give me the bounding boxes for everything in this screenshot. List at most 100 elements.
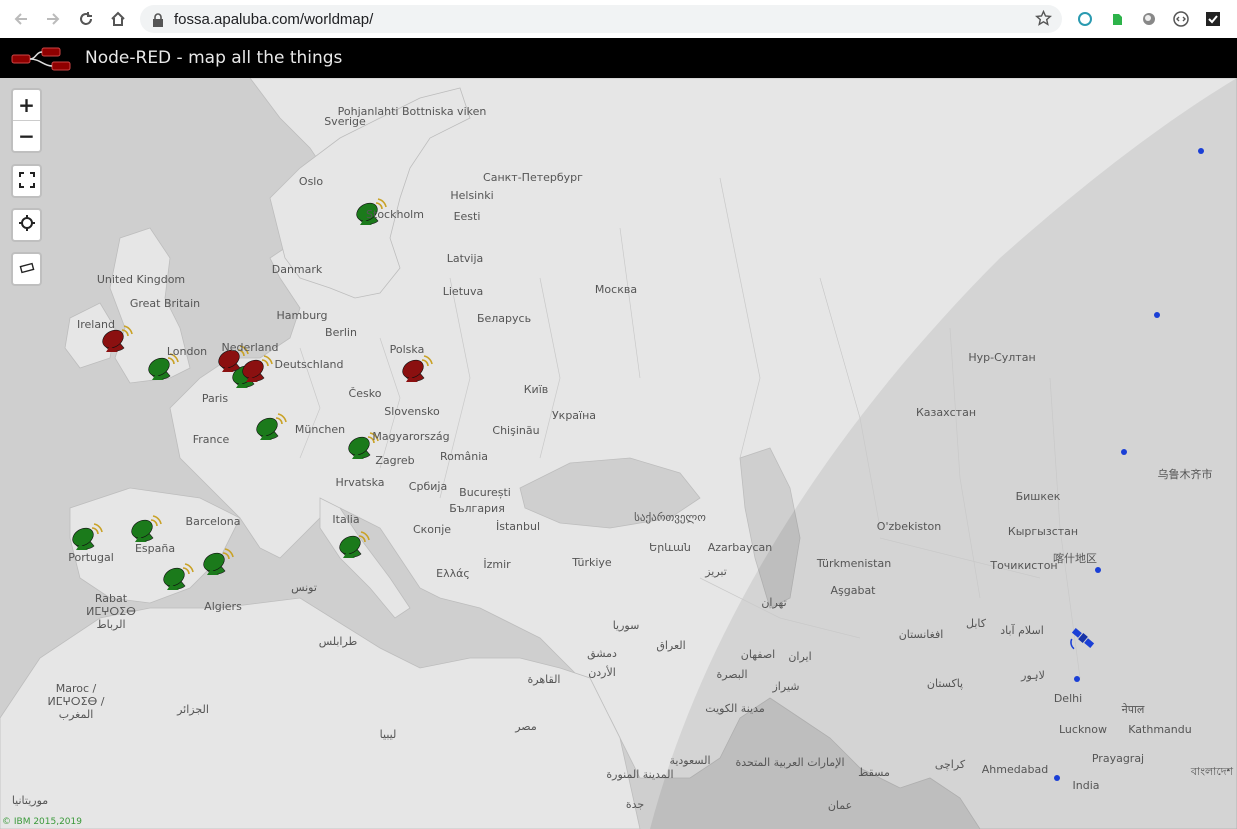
map-place-label: مسقط <box>858 766 890 779</box>
map-place-label: ⵍⵎⵖⵔⵉⴱ / <box>47 695 104 708</box>
map-place-label: Беларусь <box>477 312 531 325</box>
address-bar[interactable]: fossa.apaluba.com/worldmap/ <box>140 5 1062 33</box>
map-place-label: مدينة الكويت <box>705 702 765 715</box>
map-place-label: عمان <box>828 799 852 812</box>
measure-control <box>11 252 42 286</box>
map-place-label: Україна <box>552 409 596 422</box>
map-place-label: Berlin <box>325 326 357 339</box>
satellite-track-point[interactable] <box>1074 676 1080 682</box>
map-place-label: Lucknow <box>1059 723 1107 736</box>
crosshair-icon <box>18 213 36 237</box>
app-title: Node-RED - map all the things <box>85 48 343 68</box>
extension-checkmark-icon[interactable] <box>1204 10 1222 28</box>
fullscreen-button[interactable] <box>13 166 40 196</box>
extension-code-icon[interactable] <box>1172 10 1190 28</box>
map-place-label: کابل <box>966 617 987 630</box>
map-place-label: Бишкек <box>1016 490 1061 503</box>
map-place-label: Ahmedabad <box>982 763 1048 776</box>
map-place-label: नेपाल <box>1122 703 1145 716</box>
map-place-label: Algiers <box>204 600 242 613</box>
zoom-in-button[interactable]: + <box>13 90 40 121</box>
map-place-label: المغرب <box>59 708 94 721</box>
map-place-label: ایران <box>788 650 811 663</box>
map-place-label: 乌鲁木齐市 <box>1158 467 1213 481</box>
map-place-label: България <box>449 502 505 515</box>
browser-toolbar: fossa.apaluba.com/worldmap/ <box>0 0 1237 39</box>
map-place-label: ليبيا <box>380 728 397 741</box>
satellite-track-point[interactable] <box>1054 775 1060 781</box>
map-canvas[interactable]: SverigePohjanlahti Bottniska vikenOsloSt… <box>0 78 1237 829</box>
map-place-label: Stockholm <box>366 208 424 221</box>
map-place-label: Česko <box>349 387 382 400</box>
map-place-label: شیراز <box>772 680 800 693</box>
map-place-label: Türkmenistan <box>816 557 891 570</box>
satellite-track-point[interactable] <box>1121 449 1127 455</box>
map-place-label: مصر <box>514 720 537 733</box>
map-place-label: جدة <box>626 798 644 811</box>
map-place-label: İzmir <box>483 558 511 571</box>
map-place-label: Казахстан <box>916 406 976 419</box>
map-place-label: تهران <box>761 596 786 609</box>
map-place-label: Rabat <box>95 592 128 605</box>
map-place-label: London <box>167 345 207 358</box>
map-place-label: Ελλάς <box>436 567 470 580</box>
map-place-label: Italia <box>332 513 359 526</box>
fullscreen-icon <box>18 169 35 193</box>
map-place-label: România <box>440 450 488 463</box>
map-place-label: O'zbekiston <box>877 520 941 533</box>
map-place-label: Кыргызстан <box>1008 525 1078 538</box>
map-place-label: Oslo <box>299 175 323 188</box>
locate-button[interactable] <box>13 210 40 240</box>
map-place-label: Magyarország <box>372 430 449 443</box>
home-icon[interactable] <box>107 8 129 30</box>
fullscreen-control <box>11 164 42 198</box>
app-header: Node-RED - map all the things <box>0 38 1237 78</box>
back-icon[interactable] <box>10 8 32 30</box>
zoom-control: + − <box>11 88 42 153</box>
map-place-label: Kathmandu <box>1128 723 1191 736</box>
map-place-label: España <box>135 542 175 555</box>
forward-icon[interactable] <box>42 8 64 30</box>
map-place-label: Azarbaycan <box>708 541 773 554</box>
map-place-label: سوريا <box>613 619 640 632</box>
map-place-label: Zagreb <box>375 454 414 467</box>
zoom-out-button[interactable]: − <box>13 121 40 151</box>
bookmark-star-icon[interactable] <box>1035 9 1052 31</box>
map-place-label: القاهرة <box>528 673 561 686</box>
satellite-track-point[interactable] <box>1154 312 1160 318</box>
node-red-logo-icon <box>10 46 74 76</box>
map-place-label: الجزائر <box>176 703 209 716</box>
extension-circle-icon[interactable] <box>1140 10 1158 28</box>
world-map[interactable]: Sverige Pohjanlahti Bottniska viken Oslo St… <box>0 78 1237 829</box>
map-place-label: Barcelona <box>186 515 241 528</box>
map-place-label: ⵍⵎⵖⵔⵉⴱ <box>86 605 136 618</box>
map-place-label: Great Britain <box>130 297 200 310</box>
map-place-label: Երևան <box>649 541 691 554</box>
map-attribution: © IBM 2015,2019 <box>2 817 82 827</box>
map-place-label: تبریز <box>704 565 727 578</box>
map-place-label: طرابلس <box>319 635 358 648</box>
extension-evernote-icon[interactable] <box>1108 10 1126 28</box>
map-place-label: العراق <box>656 639 685 652</box>
map-place-label: Delhi <box>1054 692 1082 705</box>
map-place-label: Pohjanlahti Bottniska viken <box>338 105 487 118</box>
map-place-label: France <box>193 433 230 446</box>
map-place-label: Aşgabat <box>830 584 876 597</box>
satellite-track-point[interactable] <box>1095 567 1101 573</box>
map-place-label: Maroc / <box>56 682 97 695</box>
map-place-label: Helsinki <box>450 189 493 202</box>
satellite-track-point[interactable] <box>1198 148 1204 154</box>
reload-icon[interactable] <box>75 8 97 30</box>
map-place-label: Ireland <box>77 318 115 331</box>
map-place-label: 喀什地区 <box>1053 552 1097 565</box>
map-place-label: Скопје <box>413 523 451 536</box>
map-place-label: افغانستان <box>899 628 944 641</box>
map-place-label: الرباط <box>96 618 125 631</box>
extension-chatgpt-icon[interactable] <box>1076 10 1094 28</box>
map-place-label: Polska <box>390 343 425 356</box>
map-place-label: Slovensko <box>384 405 440 418</box>
measure-button[interactable] <box>13 254 40 284</box>
map-place-label: اسلام آباد <box>1000 623 1044 637</box>
map-place-label: Москва <box>595 283 637 296</box>
map-place-label: الإمارات العربية المتحدة <box>735 756 844 769</box>
